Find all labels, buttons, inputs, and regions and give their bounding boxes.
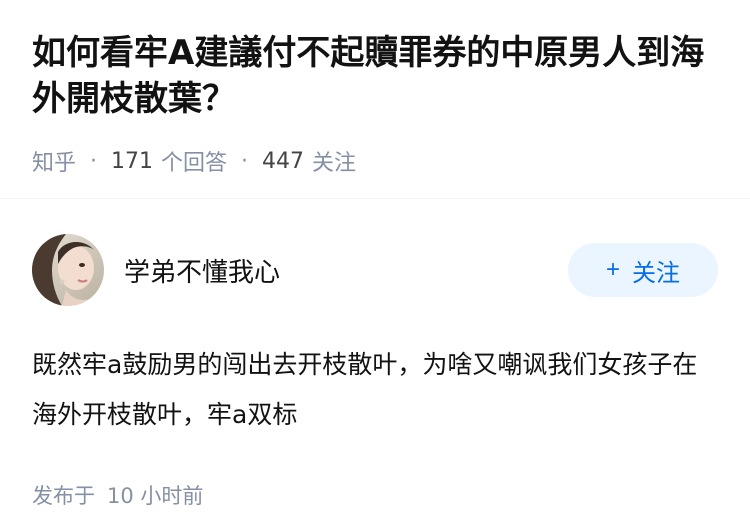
source-label[interactable]: 知乎 bbox=[32, 145, 76, 177]
published-label: 发布于 bbox=[32, 484, 95, 508]
follower-count-label: 关注 bbox=[312, 151, 357, 176]
meta-separator: · bbox=[241, 148, 249, 174]
answer-count-label: 个回答 bbox=[161, 151, 228, 176]
follower-count: 447 bbox=[262, 148, 305, 174]
author-name[interactable]: 学弟不懂我心 bbox=[124, 252, 568, 289]
avatar-image bbox=[32, 234, 104, 306]
follow-button[interactable]: + 关注 bbox=[568, 243, 718, 297]
published-info: 发布于 10 小时前 bbox=[32, 480, 718, 510]
answer-content[interactable]: 既然牢a鼓励男的闯出去开枝散叶，为啥又嘲讽我们女孩子在海外开枝散叶，牢a双标 bbox=[32, 340, 718, 440]
avatar[interactable] bbox=[32, 234, 104, 306]
answer-card: 学弟不懂我心 + 关注 既然牢a鼓励男的闯出去开枝散叶，为啥又嘲讽我们女孩子在海… bbox=[32, 232, 718, 510]
follow-button-label: 关注 bbox=[632, 259, 680, 287]
meta-separator: · bbox=[90, 148, 98, 174]
answer-text: 既然牢a鼓励男的闯出去开枝散叶，为啥又嘲讽我们女孩子在海外开枝散叶，牢a双标 bbox=[32, 350, 698, 429]
question-meta: 知乎 · 171 个回答 · 447 关注 bbox=[32, 145, 718, 177]
published-time: 10 小时前 bbox=[107, 484, 204, 508]
section-divider bbox=[0, 198, 750, 199]
author-row: 学弟不懂我心 + 关注 bbox=[32, 232, 718, 308]
answer-count: 171 bbox=[111, 148, 154, 174]
plus-icon: + bbox=[605, 256, 620, 283]
question-header: 如何看牢A建議付不起贖罪券的中原男人到海外開枝散葉？ 知乎 · 171 个回答 … bbox=[0, 0, 750, 176]
question-title[interactable]: 如何看牢A建議付不起贖罪券的中原男人到海外開枝散葉？ bbox=[32, 30, 718, 122]
